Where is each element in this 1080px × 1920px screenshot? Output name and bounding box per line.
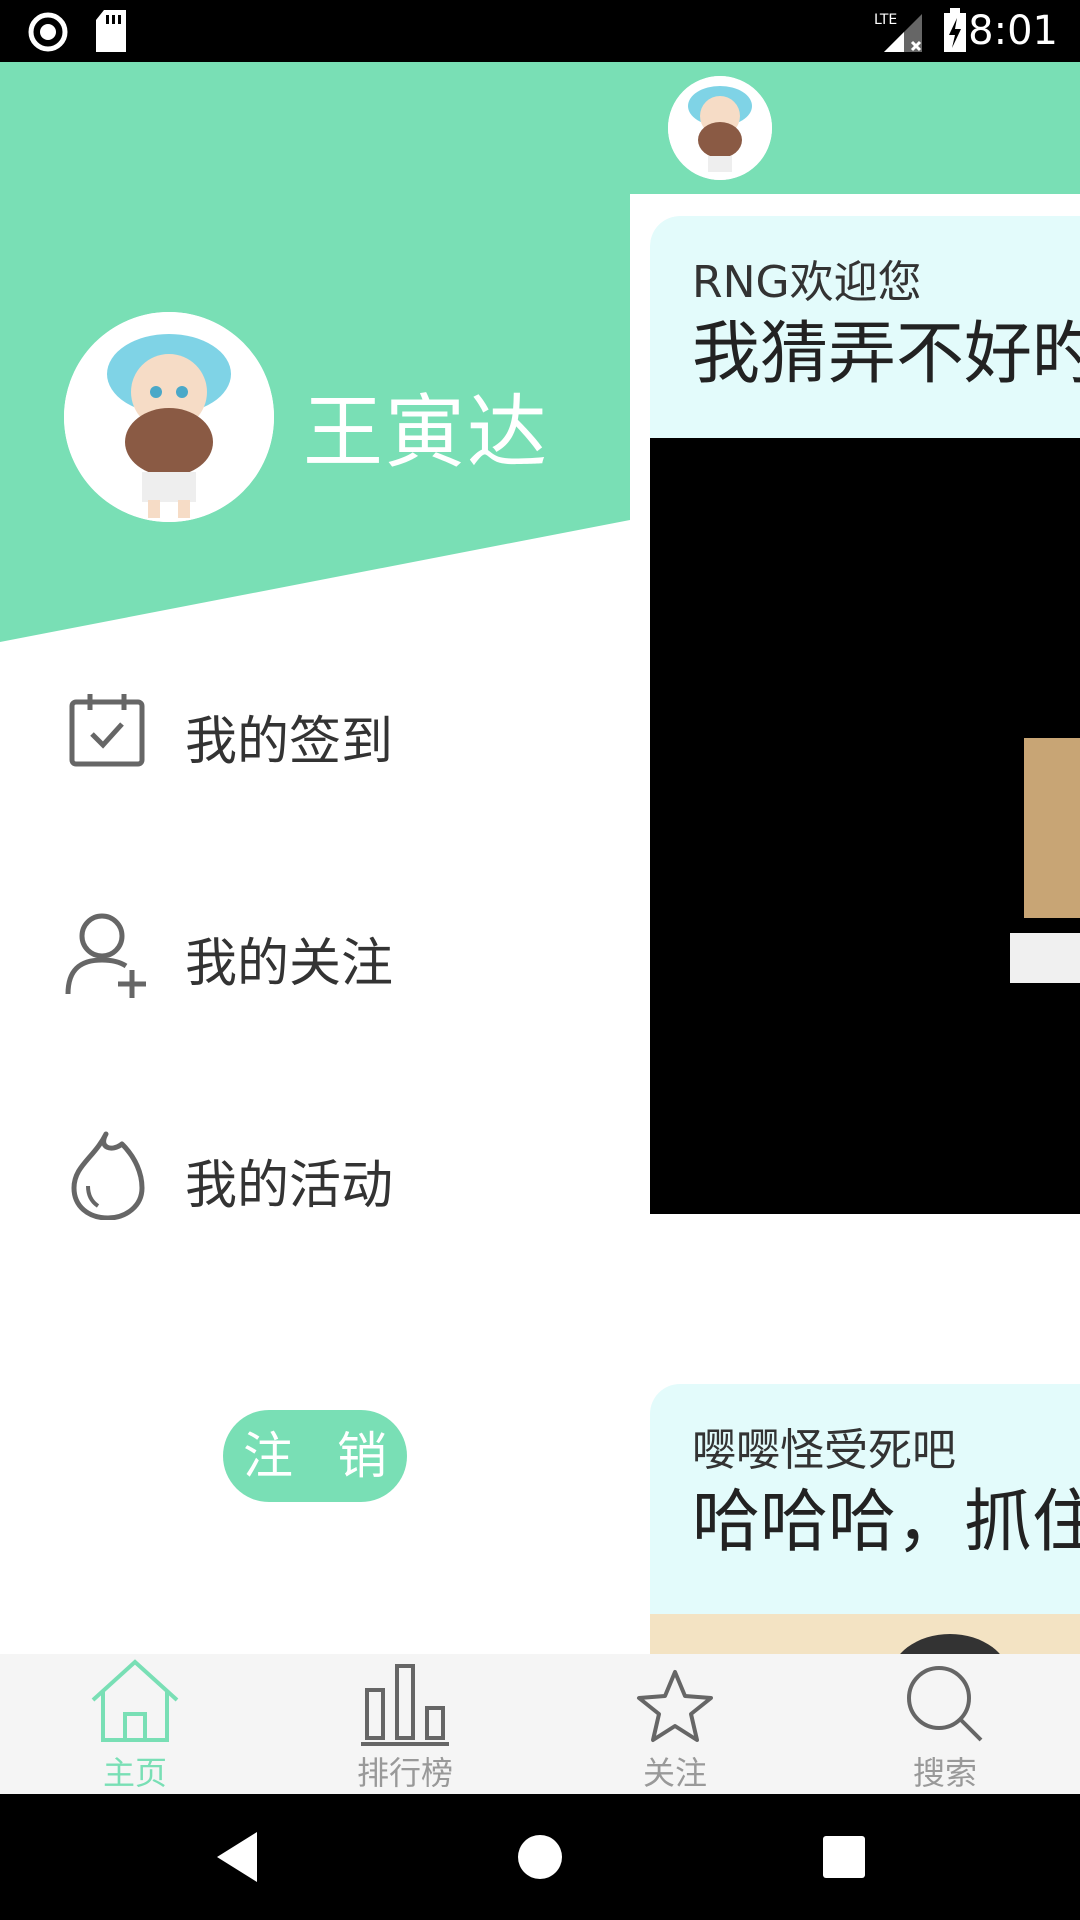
home-circle-icon[interactable] <box>507 1824 573 1890</box>
post-image[interactable] <box>650 1614 1080 1654</box>
star-icon <box>637 1670 713 1742</box>
status-bar: LTE 8:01 <box>0 0 1080 62</box>
post-title: 哈哈哈，抓住 <box>692 1483 1080 1562</box>
menu-label: 我的签到 <box>185 712 394 772</box>
battery-charging-icon <box>944 8 966 52</box>
avatar-image <box>64 312 274 522</box>
sd-card-icon <box>96 10 126 52</box>
flame-icon <box>71 1131 145 1220</box>
post-card[interactable]: RNG欢迎您 我猜弄不好旳 <box>650 216 1080 1216</box>
post-card[interactable]: 嘤嘤怪受死吧 哈哈哈，抓住 <box>650 1384 1080 1654</box>
tab-label: 关注 <box>642 1754 707 1792</box>
record-icon <box>28 12 68 52</box>
calendar-check-icon <box>69 694 145 767</box>
logout-button[interactable]: 注 销 <box>223 1410 407 1502</box>
status-time: 8:01 <box>968 8 1058 54</box>
tab-label: 搜索 <box>912 1754 977 1792</box>
post-title: 我猜弄不好旳 <box>692 315 1080 394</box>
tab-follow[interactable]: 关注 <box>540 1654 810 1794</box>
home-icon <box>91 1659 179 1742</box>
main-avatar[interactable] <box>668 76 772 180</box>
menu-item-checkin[interactable]: 我的签到 <box>0 666 630 786</box>
network-label: LTE <box>874 12 897 28</box>
post-video[interactable] <box>650 438 1080 1214</box>
back-icon[interactable] <box>205 1824 271 1890</box>
recents-icon[interactable] <box>811 1824 877 1890</box>
menu-item-following[interactable]: 我的关注 <box>0 888 630 1008</box>
video-frame <box>1024 738 1080 918</box>
menu-label: 我的关注 <box>185 934 394 994</box>
system-nav-bar <box>0 1794 1080 1920</box>
feed: RNG欢迎您 我猜弄不好旳 嘤嘤怪受死吧 哈哈哈，抓住 <box>630 194 1080 1654</box>
video-frame-text <box>1010 933 1080 983</box>
tab-label: 排行榜 <box>356 1754 453 1792</box>
profile-avatar[interactable] <box>64 312 274 522</box>
tab-label: 主页 <box>102 1754 167 1792</box>
search-icon <box>907 1666 983 1742</box>
menu-label: 我的活动 <box>185 1156 394 1216</box>
signal-lte-icon: LTE <box>874 12 922 52</box>
profile-username: 王寅达 <box>303 386 549 479</box>
bottom-tab-bar: 主页 排行榜 关注 搜索 <box>0 1654 1080 1794</box>
menu-item-activities[interactable]: 我的活动 <box>0 1110 630 1230</box>
bar-chart-icon <box>361 1664 449 1746</box>
nav-drawer: 王寅达 我的签到 我的关注 我的活动 注 销 <box>0 62 630 1654</box>
tab-home[interactable]: 主页 <box>0 1654 270 1794</box>
add-user-icon <box>65 913 146 998</box>
tab-search[interactable]: 搜索 <box>810 1654 1080 1794</box>
tab-ranking[interactable]: 排行榜 <box>270 1654 540 1794</box>
post-header: RNG欢迎您 我猜弄不好旳 <box>650 216 1080 438</box>
avatar-image <box>668 76 772 180</box>
